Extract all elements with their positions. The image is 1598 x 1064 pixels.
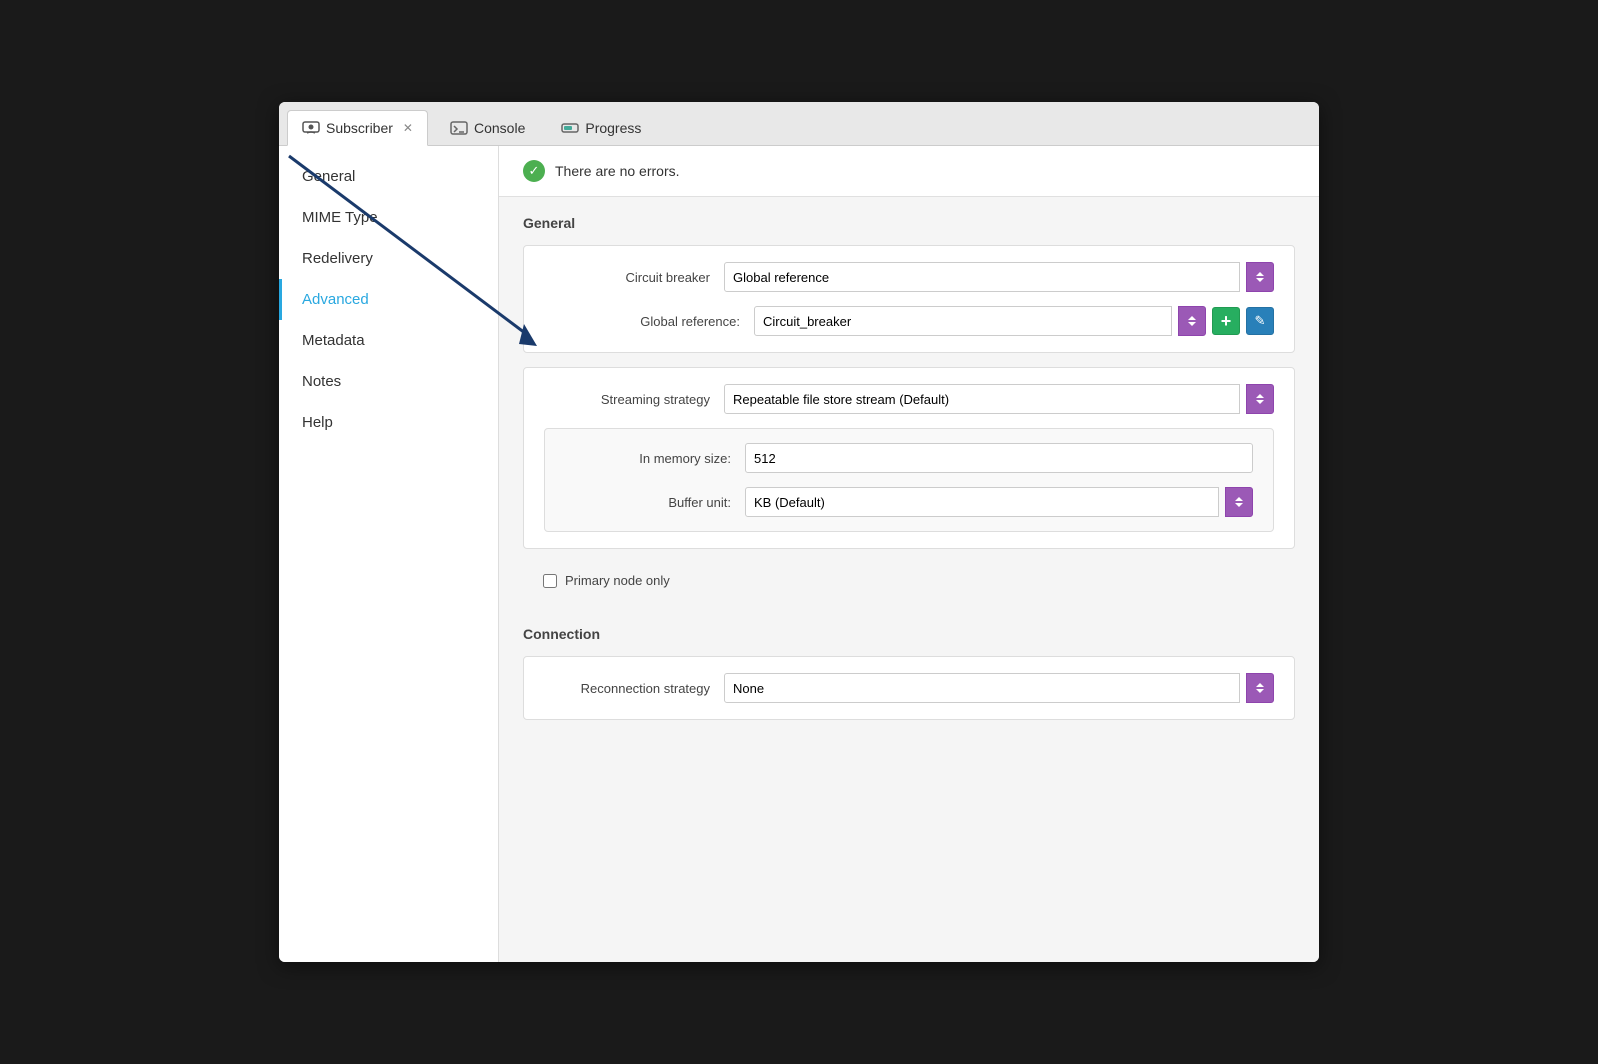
- main-window: Subscriber ✕ Console Progress General: [279, 102, 1319, 962]
- content-area: ✓ There are no errors. General Circuit b…: [499, 146, 1319, 962]
- arrow-down-icon: [1235, 503, 1243, 507]
- global-reference-select[interactable]: Circuit_breaker: [754, 306, 1172, 336]
- streaming-form-area: Streaming strategy Repeatable file store…: [523, 367, 1295, 549]
- arrow-up-icon: [1256, 394, 1264, 398]
- global-reference-arrow-btn[interactable]: [1178, 306, 1206, 336]
- reconnection-strategy-select-wrap: None Standard reconnection Forever recon…: [724, 673, 1240, 703]
- primary-node-row: Primary node only: [523, 563, 1295, 598]
- primary-node-label: Primary node only: [565, 573, 670, 588]
- buffer-unit-control: KB (Default) MB GB Byte: [745, 487, 1253, 517]
- sidebar-item-mime-type[interactable]: MIME Type: [279, 197, 498, 238]
- buffer-unit-arrow-btn[interactable]: [1225, 487, 1253, 517]
- tab-progress-label: Progress: [585, 120, 641, 136]
- global-reference-select-wrap: Circuit_breaker: [754, 306, 1172, 336]
- arrow-down-icon: [1188, 322, 1196, 326]
- tab-bar: Subscriber ✕ Console Progress: [279, 102, 1319, 146]
- in-memory-size-control: [745, 443, 1253, 473]
- reconnection-strategy-row: Reconnection strategy None Standard reco…: [544, 673, 1274, 703]
- reconnection-strategy-arrow-btn[interactable]: [1246, 673, 1274, 703]
- progress-icon: [561, 121, 579, 135]
- circuit-breaker-label: Circuit breaker: [544, 270, 724, 285]
- circuit-breaker-select-wrap: Global reference None: [724, 262, 1240, 292]
- global-reference-control: Circuit_breaker + ✎: [754, 306, 1274, 336]
- sidebar-item-metadata[interactable]: Metadata: [279, 320, 498, 361]
- arrow-up-icon: [1188, 316, 1196, 320]
- arrow-down-icon: [1256, 400, 1264, 404]
- global-reference-label: Global reference:: [574, 314, 754, 329]
- streaming-strategy-label: Streaming strategy: [544, 392, 724, 407]
- general-section-title: General: [523, 215, 1295, 231]
- add-button[interactable]: +: [1212, 307, 1240, 335]
- tab-progress[interactable]: Progress: [547, 110, 655, 146]
- console-icon: [450, 121, 468, 135]
- reconnection-strategy-control: None Standard reconnection Forever recon…: [724, 673, 1274, 703]
- tab-subscriber[interactable]: Subscriber ✕: [287, 110, 428, 146]
- sidebar: General MIME Type Redelivery Advanced Me…: [279, 146, 499, 962]
- buffer-unit-select[interactable]: KB (Default) MB GB Byte: [745, 487, 1219, 517]
- circuit-breaker-row: Circuit breaker Global reference None: [544, 262, 1274, 292]
- buffer-unit-label: Buffer unit:: [565, 495, 745, 510]
- streaming-strategy-control: Repeatable file store stream (Default) N…: [724, 384, 1274, 414]
- edit-button[interactable]: ✎: [1246, 307, 1274, 335]
- in-memory-size-row: In memory size:: [565, 443, 1253, 473]
- status-banner: ✓ There are no errors.: [499, 146, 1319, 197]
- circuit-breaker-control: Global reference None: [724, 262, 1274, 292]
- arrow-up-icon: [1256, 683, 1264, 687]
- general-section: General Circuit breaker Global reference…: [499, 197, 1319, 608]
- connection-section-title: Connection: [523, 626, 1295, 642]
- arrow-up-icon: [1256, 272, 1264, 276]
- buffer-unit-row: Buffer unit: KB (Default) MB GB Byte: [565, 487, 1253, 517]
- circuit-breaker-select[interactable]: Global reference None: [724, 262, 1240, 292]
- subscriber-icon: [302, 121, 320, 135]
- reconnection-strategy-select[interactable]: None Standard reconnection Forever recon…: [724, 673, 1240, 703]
- streaming-strategy-select-wrap: Repeatable file store stream (Default) N…: [724, 384, 1240, 414]
- tab-console-label: Console: [474, 120, 525, 136]
- tab-subscriber-label: Subscriber: [326, 120, 393, 136]
- arrow-up-icon: [1235, 497, 1243, 501]
- status-message: There are no errors.: [555, 163, 680, 179]
- circuit-breaker-arrow-btn[interactable]: [1246, 262, 1274, 292]
- success-icon: ✓: [523, 160, 545, 182]
- reconnection-strategy-label: Reconnection strategy: [544, 681, 724, 696]
- connection-form-area: Reconnection strategy None Standard reco…: [523, 656, 1295, 720]
- global-reference-row: Global reference: Circuit_breaker: [544, 306, 1274, 336]
- general-form-area: Circuit breaker Global reference None: [523, 245, 1295, 353]
- arrow-down-icon: [1256, 278, 1264, 282]
- streaming-strategy-arrow-btn[interactable]: [1246, 384, 1274, 414]
- sidebar-item-notes[interactable]: Notes: [279, 361, 498, 402]
- in-memory-size-label: In memory size:: [565, 451, 745, 466]
- tab-console[interactable]: Console: [436, 110, 539, 146]
- connection-section: Connection Reconnection strategy None St…: [499, 608, 1319, 744]
- tab-close-button[interactable]: ✕: [403, 121, 413, 135]
- streaming-strategy-select[interactable]: Repeatable file store stream (Default) N…: [724, 384, 1240, 414]
- buffer-unit-select-wrap: KB (Default) MB GB Byte: [745, 487, 1219, 517]
- sidebar-item-advanced[interactable]: Advanced: [279, 279, 498, 320]
- main-layout: General MIME Type Redelivery Advanced Me…: [279, 146, 1319, 962]
- streaming-strategy-row: Streaming strategy Repeatable file store…: [544, 384, 1274, 414]
- streaming-sub-section: In memory size: Buffer unit: KB (Default…: [544, 428, 1274, 532]
- sidebar-item-general[interactable]: General: [279, 156, 498, 197]
- sidebar-item-redelivery[interactable]: Redelivery: [279, 238, 498, 279]
- in-memory-size-input[interactable]: [745, 443, 1253, 473]
- sidebar-item-help[interactable]: Help: [279, 402, 498, 443]
- primary-node-checkbox[interactable]: [543, 574, 557, 588]
- arrow-down-icon: [1256, 689, 1264, 693]
